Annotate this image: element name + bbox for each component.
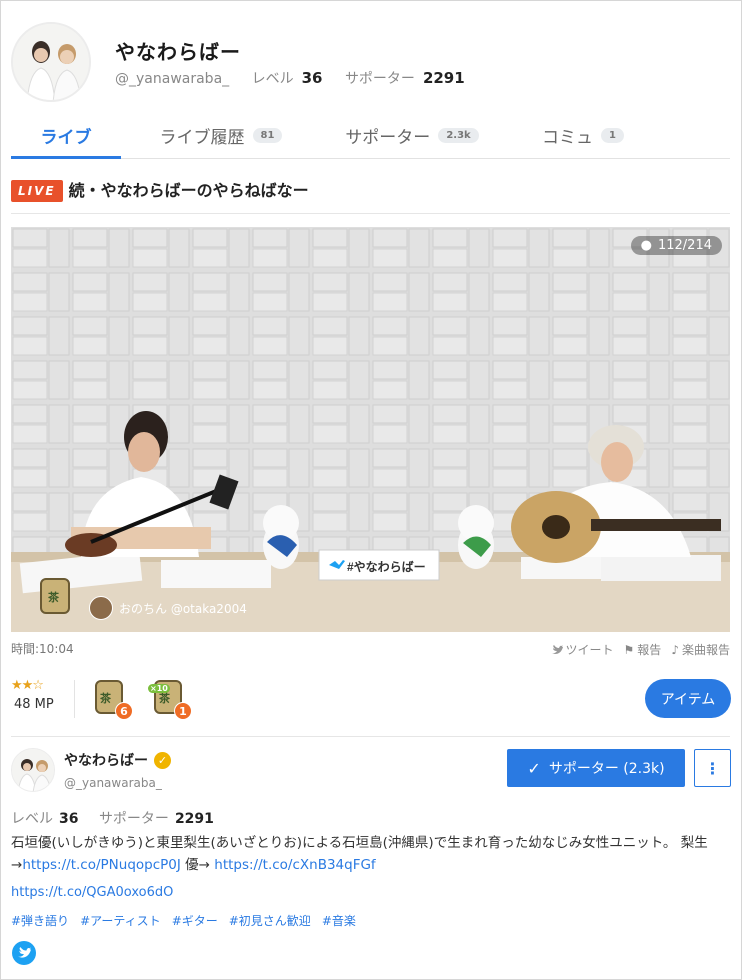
channel-supporter-value: 2291 xyxy=(174,811,214,827)
description-link-rio[interactable]: https://t.co/PNuqopcP0J xyxy=(22,857,181,873)
tab-count-badge: 81 xyxy=(252,127,283,143)
tab-label: コミュ xyxy=(542,127,594,148)
channel-description: 石垣優(いしがきゆう)と東里梨生(あいざとりお)による石垣島(沖縄県)で生まれ育… xyxy=(11,832,723,876)
music-report-button[interactable]: ♪ 楽曲報告 xyxy=(671,641,730,658)
gift-sender-avatar xyxy=(89,596,113,620)
channel-level-label: レベル xyxy=(11,811,53,827)
vertical-dots-icon: ⋮ xyxy=(704,758,721,778)
mp-block: ★★☆ 48 MP xyxy=(11,678,71,712)
tag-item[interactable]: #弾き語り xyxy=(11,912,69,929)
tag-item[interactable]: #ギター xyxy=(172,912,218,929)
overlay-gift-label: 茶 xyxy=(47,590,60,604)
profile-meta: @_yanawaraba_ レベル 36 サポーター 2291 xyxy=(115,68,465,88)
star-rating-icon: ★★☆ xyxy=(11,678,44,693)
tab-live-history[interactable]: ライブ履歴 81 xyxy=(151,112,291,158)
gift-sender-overlay: おのちん @otaka2004 xyxy=(89,596,247,620)
tag-item[interactable]: #初見さん歓迎 xyxy=(229,912,311,929)
viewer-count: ● 112/214 xyxy=(630,236,722,255)
verified-check-icon: ✓ xyxy=(154,751,171,769)
divider xyxy=(74,680,75,718)
tab-community[interactable]: コミュ 1 xyxy=(533,112,633,158)
channel-handle: @_yanawaraba_ xyxy=(64,776,162,790)
more-options-button[interactable]: ⋮ xyxy=(694,749,731,787)
channel-level-value: 36 xyxy=(59,811,79,827)
gift-count-badge: 6 xyxy=(115,702,133,720)
live-video-player[interactable]: #やなわらばー 茶 ● 112/214 おのちん @otaka2004 xyxy=(11,227,730,632)
report-label: 報告 xyxy=(637,643,662,657)
profile-supporter-value: 2291 xyxy=(422,69,465,87)
stream-actions: ツイート ⚑ 報告 ♪ 楽曲報告 xyxy=(550,641,730,658)
report-button[interactable]: ⚑ 報告 xyxy=(624,641,662,658)
tweet-sign-text: #やなわらばー xyxy=(347,559,426,574)
gift-multiplier: ×10 xyxy=(148,684,170,693)
tab-supporters[interactable]: サポーター 2.3k xyxy=(337,112,487,158)
stream-time: 時間:10:04 xyxy=(11,642,74,656)
tag-item[interactable]: #アーティスト xyxy=(80,912,161,929)
item-button[interactable]: アイテム xyxy=(645,679,731,718)
tab-count-badge: 2.3k xyxy=(438,127,479,143)
gift-count-badge: 1 xyxy=(174,702,192,720)
mp-value: 48 MP xyxy=(14,697,54,712)
profile-level-value: 36 xyxy=(301,69,323,87)
profile-handle: @_yanawaraba_ xyxy=(115,71,230,87)
tweet-button[interactable]: ツイート xyxy=(550,641,614,658)
channel-name-row: やなわらばー ✓ xyxy=(64,750,171,770)
gift-tea-item[interactable]: 茶 6 xyxy=(93,676,133,720)
gift-sender-name: おのちん @otaka2004 xyxy=(119,601,247,616)
person-icon: ● xyxy=(640,238,652,253)
viewer-count-text: 112/214 xyxy=(657,238,712,253)
twitter-icon xyxy=(550,644,563,654)
tab-label: ライブ xyxy=(40,127,92,148)
check-icon: ✓ xyxy=(527,758,541,778)
tag-item[interactable]: #音楽 xyxy=(322,912,356,929)
tab-bar: ライブ ライブ履歴 81 サポーター 2.3k コミュ 1 xyxy=(11,112,730,159)
channel-supporter-label: サポーター xyxy=(98,811,169,827)
profile-name: やなわらばー xyxy=(115,40,241,64)
flag-icon: ⚑ xyxy=(623,642,635,657)
tab-count-badge: 1 xyxy=(601,127,624,143)
channel-stats: レベル 36 サポーター 2291 xyxy=(11,808,230,828)
tag-list: #弾き語り #アーティスト #ギター #初見さん歓迎 #音楽 xyxy=(11,912,356,929)
tab-label: サポーター xyxy=(345,127,431,148)
divider xyxy=(11,736,730,737)
channel-link[interactable]: https://t.co/QGA0oxo6dO xyxy=(11,885,173,900)
supporter-button[interactable]: ✓ サポーター (2.3k) xyxy=(507,749,685,787)
tab-live[interactable]: ライブ xyxy=(11,112,121,159)
description-link-yu[interactable]: https://t.co/cXnB34qFGf xyxy=(214,857,375,873)
video-frame-illustration: #やなわらばー 茶 xyxy=(11,227,730,632)
live-title-row: LIVE 続・やなわらばーのやらねばなー xyxy=(11,178,730,214)
description-text: 優→ xyxy=(180,857,215,873)
music-report-label: 楽曲報告 xyxy=(681,643,730,657)
live-title: 続・やなわらばーのやらねばなー xyxy=(68,181,309,200)
channel-name: やなわらばー xyxy=(64,753,148,769)
channel-avatar[interactable] xyxy=(11,748,55,792)
tweet-label: ツイート xyxy=(565,643,614,657)
profile-level-label: レベル xyxy=(251,71,294,87)
live-badge: LIVE xyxy=(11,180,63,202)
music-note-icon: ♪ xyxy=(671,642,679,657)
supporter-button-label: サポーター (2.3k) xyxy=(548,761,665,777)
gift-tea-x10-item[interactable]: 茶 ×10 1 xyxy=(148,676,192,720)
profile-avatar[interactable] xyxy=(11,22,91,102)
profile-supporter-label: サポーター xyxy=(344,71,415,87)
tab-label: ライブ履歴 xyxy=(159,127,245,148)
twitter-icon[interactable] xyxy=(12,941,36,965)
gift-label: 茶 xyxy=(100,692,111,705)
